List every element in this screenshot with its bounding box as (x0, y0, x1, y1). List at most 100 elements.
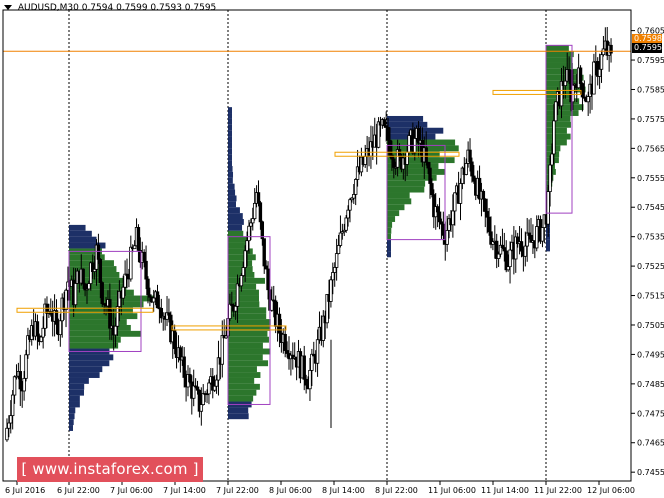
candle-body (115, 306, 120, 327)
candle-body (599, 54, 604, 70)
candle-body (18, 371, 22, 390)
candle-body (445, 229, 449, 245)
candle-body (235, 283, 240, 307)
profile-bar (387, 192, 410, 199)
candle-body (108, 299, 112, 329)
candle-body (247, 225, 251, 242)
candle-body (470, 161, 474, 177)
profile-bar (69, 377, 89, 384)
profile-bar (69, 366, 103, 373)
candle-body (453, 192, 457, 212)
x-tick-label: 8 Jul 06:00 (269, 486, 312, 495)
candle-body (262, 238, 266, 267)
candle-body (458, 183, 463, 204)
x-tick-label: 6 Jul 22:00 (57, 486, 100, 495)
candle-body (144, 260, 148, 280)
chart-window[interactable]: 0.7605 0.7595 0.7585 0.7575 0.7565 0.7555 0.75… (0, 0, 664, 498)
y-tick-label: 0.7475 (637, 409, 664, 418)
candle-body (535, 226, 539, 249)
candle-body (352, 194, 356, 199)
candle-body (382, 119, 386, 127)
candle-body (146, 278, 150, 296)
candle-body (98, 258, 103, 283)
candle-body (81, 268, 85, 285)
candle-body (302, 355, 306, 380)
candle-body (201, 393, 205, 405)
profile-bar (228, 177, 233, 184)
profile-bar (546, 57, 573, 63)
profile-bar (228, 377, 255, 384)
profile-bar (387, 251, 391, 258)
profile-bar (228, 118, 232, 125)
profile-bar (228, 201, 236, 208)
candle-body (609, 44, 613, 54)
candle-body (483, 198, 487, 212)
candle-body (552, 120, 556, 155)
profile-bar (228, 107, 232, 114)
candle-body (233, 305, 238, 312)
profile-bar (228, 171, 234, 178)
candle-body (199, 404, 204, 412)
x-tick-label: 11 Jul 14:00 (481, 486, 529, 495)
candle-body (472, 175, 476, 182)
profile-bar (69, 295, 155, 302)
profile-bar (69, 360, 110, 367)
candle-body (346, 209, 350, 219)
candle-body (481, 190, 486, 200)
profile-bar (387, 216, 396, 222)
candle-body (563, 80, 568, 87)
candle-body (567, 69, 571, 81)
candle-body (172, 330, 177, 349)
profile-bar (228, 230, 244, 237)
profile-bar (69, 389, 84, 396)
candle-body (580, 83, 585, 98)
candle-body (264, 265, 268, 270)
candle-body (58, 320, 63, 336)
candle-body (336, 245, 341, 254)
symbol-header: AUDUSD,M30 0.7594 0.7599 0.7593 0.7595 (4, 3, 216, 13)
profile-bar (228, 130, 232, 137)
candle-body (251, 218, 255, 224)
candle-body (451, 210, 455, 226)
profile-bar (546, 139, 567, 146)
candle-body (283, 333, 287, 351)
candle-body (7, 422, 11, 429)
candle-body (258, 202, 263, 223)
profile-bar (69, 401, 80, 408)
price-chart[interactable]: 0.76050.75950.75850.75750.75650.75550.75… (0, 0, 664, 498)
candle-body (363, 156, 367, 165)
profile-bar (228, 389, 257, 396)
profile-bar (228, 183, 235, 190)
y-tick-label: 0.7505 (637, 321, 664, 330)
candle-body (523, 245, 527, 257)
profile-bar (228, 330, 268, 337)
profile-bar (69, 313, 138, 320)
candle-body (405, 151, 409, 165)
candle-body (228, 303, 232, 319)
profile-bar (228, 319, 271, 325)
candle-body (464, 162, 468, 175)
candle-body (540, 227, 545, 242)
candle-body (9, 415, 13, 424)
bid-price-tag: 0.7595 (632, 43, 662, 53)
candle-body (496, 253, 501, 259)
profile-bar (228, 260, 253, 267)
profile-bar (228, 372, 261, 378)
profile-bar (69, 413, 75, 420)
candle-body (546, 191, 550, 225)
profile-bar (228, 277, 265, 284)
y-tick-label: 0.7495 (637, 350, 664, 359)
profile-bar (69, 407, 76, 414)
candle-body (601, 48, 606, 56)
y-tick-label: 0.7575 (637, 115, 664, 124)
profile-bar (546, 104, 584, 111)
dropdown-triangle-icon[interactable] (4, 5, 12, 10)
profile-bar (228, 142, 232, 149)
candle-body (96, 244, 101, 260)
candle-body (586, 96, 590, 103)
profile-bar (546, 45, 569, 52)
candle-body (487, 216, 491, 233)
profile-bar (69, 224, 86, 231)
candle-body (132, 245, 137, 250)
candle-body (220, 335, 224, 365)
